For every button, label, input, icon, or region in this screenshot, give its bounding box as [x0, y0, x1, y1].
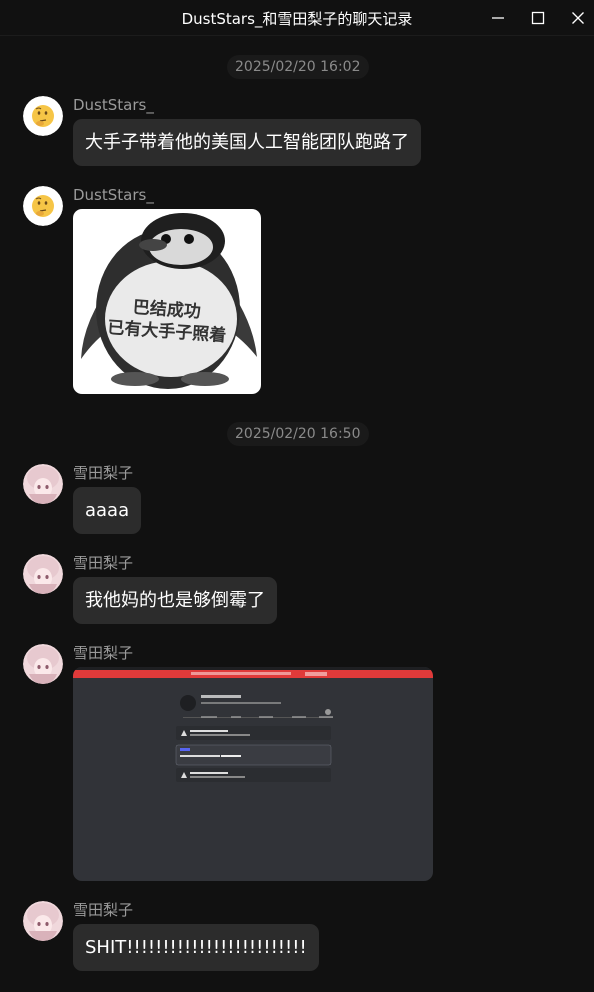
anime-girl-avatar-icon	[23, 644, 63, 684]
message-bubble[interactable]: aaaa	[73, 487, 142, 534]
minimize-button[interactable]	[486, 6, 510, 30]
avatar[interactable]	[23, 96, 63, 136]
sender-name: 雪田梨子	[73, 464, 134, 482]
message-bubble[interactable]: 大手子带着他的美国人工智能团队跑路了	[73, 119, 421, 166]
timestamp: 2025/02/20 16:02	[227, 55, 369, 79]
avatar[interactable]	[23, 644, 63, 684]
close-button[interactable]	[566, 6, 590, 30]
avatar[interactable]	[23, 901, 63, 941]
anime-girl-avatar-icon	[23, 554, 63, 594]
maximize-icon	[531, 11, 545, 25]
image-message-penguin[interactable]: 巴结成功 已有大手子照着	[73, 209, 261, 394]
close-icon	[572, 12, 584, 24]
sender-name: 雪田梨子	[73, 554, 134, 572]
sender-name: 雪田梨子	[73, 644, 134, 662]
thinking-emoji-icon	[23, 186, 63, 226]
minimize-icon	[492, 17, 504, 19]
thinking-emoji-icon	[23, 96, 63, 136]
app-screenshot-image	[73, 667, 433, 881]
avatar[interactable]	[23, 464, 63, 504]
timestamp: 2025/02/20 16:50	[227, 422, 369, 446]
sender-name: 雪田梨子	[73, 901, 134, 919]
title-bar: DustStars_和雪田梨子的聊天记录	[0, 0, 594, 36]
anime-girl-avatar-icon	[23, 464, 63, 504]
maximize-button[interactable]	[526, 6, 550, 30]
message-bubble[interactable]: 我他妈的也是够倒霉了	[73, 577, 277, 624]
avatar[interactable]	[23, 554, 63, 594]
sender-name: DustStars_	[73, 186, 154, 204]
sender-name: DustStars_	[73, 96, 154, 114]
avatar[interactable]	[23, 186, 63, 226]
message-bubble[interactable]: SHIT!!!!!!!!!!!!!!!!!!!!!!!!!	[73, 924, 319, 971]
image-message-screenshot[interactable]	[73, 667, 433, 881]
anime-girl-avatar-icon	[23, 901, 63, 941]
